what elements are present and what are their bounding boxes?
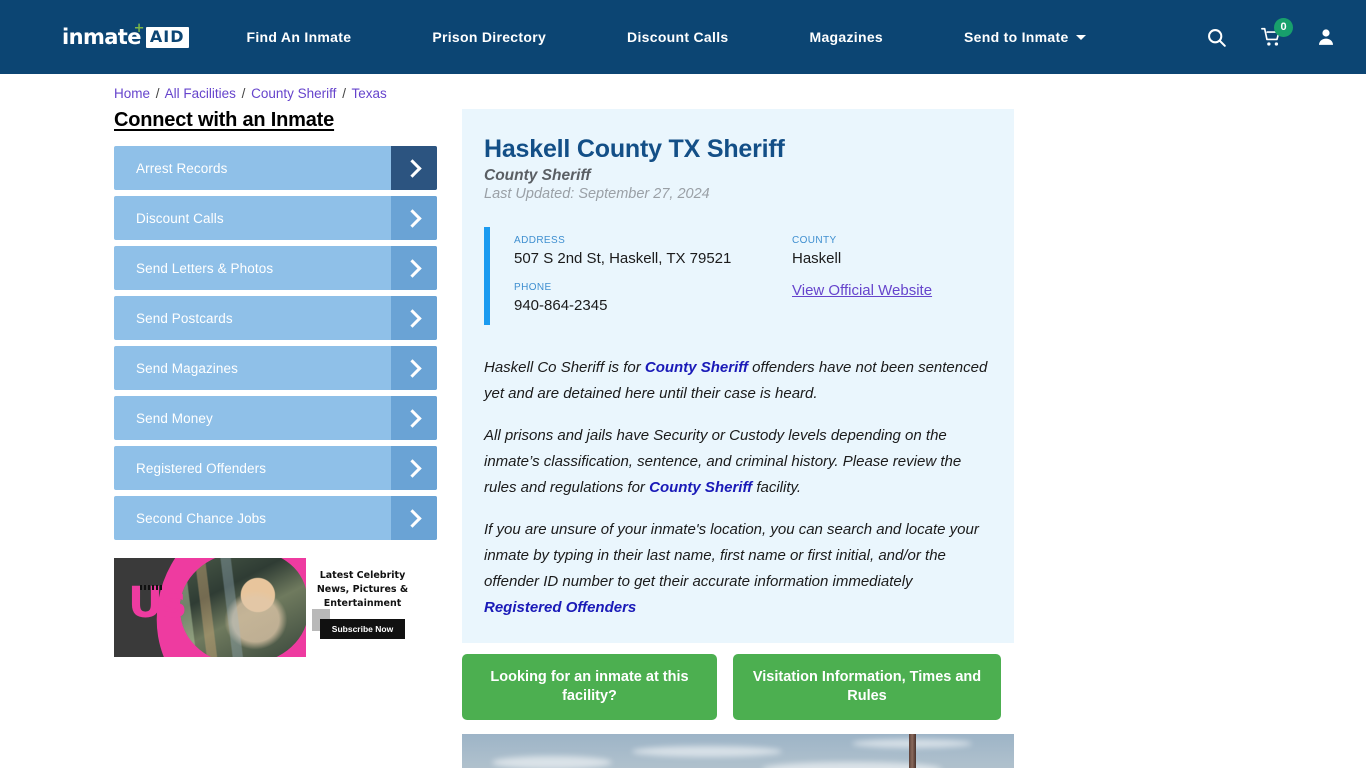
sidebar-item-label: Second Chance Jobs xyxy=(136,510,267,526)
sidebar-title: Connect with an Inmate xyxy=(114,109,335,131)
county-field: COUNTY Haskell xyxy=(792,235,988,268)
sidebar: Connect with an Inmate Arrest Records Di… xyxy=(114,101,437,657)
sidebar-item-label: Discount Calls xyxy=(136,210,224,226)
cloud-shape xyxy=(492,756,612,768)
county-sheriff-link-1[interactable]: County Sheriff xyxy=(645,359,748,376)
description-paragraph-2: All prisons and jails have Security or C… xyxy=(484,423,988,501)
chevron-right-icon xyxy=(391,196,437,240)
sidebar-item-registered-offenders[interactable]: Registered Offenders xyxy=(114,446,437,490)
county-sheriff-link-2[interactable]: County Sheriff xyxy=(649,479,752,496)
cloud-shape xyxy=(632,746,782,758)
site-header: inmate + AID Find An Inmate Prison Direc… xyxy=(0,0,1366,74)
ad-cta-wrapper: Subscribe Now xyxy=(311,609,406,640)
cart-icon[interactable]: 0 xyxy=(1261,17,1293,48)
description-paragraph-1: Haskell Co Sheriff is for County Sheriff… xyxy=(484,355,988,407)
content-wrapper: Connect with an Inmate Arrest Records Di… xyxy=(0,101,1366,768)
sidebar-item-arrest-records[interactable]: Arrest Records xyxy=(114,146,437,190)
main-navigation: Find An Inmate Prison Directory Discount… xyxy=(247,19,1148,55)
page-title: Haskell County TX Sheriff xyxy=(484,135,785,163)
chevron-right-icon xyxy=(391,346,437,390)
breadcrumb-item-home[interactable]: Home xyxy=(114,86,150,101)
logo-plus-icon: + xyxy=(133,20,145,36)
ad-panel: Latest Celebrity News, Pictures & Entert… xyxy=(306,558,419,657)
nav-send-to-inmate-dropdown[interactable]: Send to Inmate xyxy=(964,19,1086,55)
nav-prison-directory[interactable]: Prison Directory xyxy=(432,19,546,55)
nav-magazines[interactable]: Magazines xyxy=(810,19,884,55)
ad-brand-dots xyxy=(140,585,164,590)
nav-discount-calls[interactable]: Discount Calls xyxy=(627,19,728,55)
sidebar-item-send-magazines[interactable]: Send Magazines xyxy=(114,346,437,390)
registered-offenders-link[interactable]: Registered Offenders xyxy=(484,595,636,621)
sidebar-advertisement[interactable]: Us Latest Celebrity News, Pictures & Ent… xyxy=(114,558,419,657)
cart-count-badge: 0 xyxy=(1274,17,1293,37)
user-icon[interactable] xyxy=(1316,27,1336,47)
logo-wordmark: inmate + xyxy=(62,22,145,49)
main-content: Haskell County TX Sheriff County Sheriff… xyxy=(437,101,1366,768)
chevron-right-icon xyxy=(391,246,437,290)
chevron-right-icon xyxy=(391,496,437,540)
paragraph-1-text-a: Haskell Co Sheriff is for xyxy=(484,359,645,377)
sidebar-item-label: Send Postcards xyxy=(136,310,233,326)
sidebar-item-discount-calls[interactable]: Discount Calls xyxy=(114,196,437,240)
logo-aid-badge: AID xyxy=(145,26,189,48)
website-field: View Official Website xyxy=(792,282,988,315)
breadcrumb-separator: / xyxy=(241,86,246,101)
phone-label: PHONE xyxy=(514,282,552,294)
inmate-search-button[interactable]: Looking for an inmate at this facility? xyxy=(462,653,717,721)
breadcrumb: Home / All Facilities / County Sheriff /… xyxy=(0,74,1366,101)
chevron-right-icon xyxy=(391,396,437,440)
sidebar-item-label: Send Letters & Photos xyxy=(136,260,274,276)
sidebar-item-send-money[interactable]: Send Money xyxy=(114,396,437,440)
breadcrumb-separator: / xyxy=(342,86,346,101)
sidebar-item-send-postcards[interactable]: Send Postcards xyxy=(114,296,437,340)
search-icon[interactable] xyxy=(1206,27,1227,48)
paragraph-3-text-a: If you are unsure of your inmate's locat… xyxy=(484,521,979,590)
site-logo[interactable]: inmate + AID xyxy=(62,22,189,50)
logo-word-text: inmate xyxy=(62,24,141,49)
chevron-right-icon xyxy=(391,146,437,190)
sidebar-item-label: Send Magazines xyxy=(136,360,238,376)
nav-send-to-inmate-label: Send to Inmate xyxy=(964,29,1069,45)
sidebar-item-label: Arrest Records xyxy=(136,160,228,176)
utility-pole xyxy=(909,734,916,768)
facility-type: County Sheriff xyxy=(484,167,591,184)
header-icon-group: 0 xyxy=(1206,17,1336,48)
breadcrumb-item-all-facilities[interactable]: All Facilities xyxy=(165,86,236,101)
phone-value: 940-864-2345 xyxy=(514,297,608,315)
breadcrumb-item-texas[interactable]: Texas xyxy=(351,86,386,101)
paragraph-2-text-b: facility. xyxy=(752,479,802,497)
facility-exterior-photo xyxy=(462,734,1014,768)
facility-details-block: ADDRESS 507 S 2nd St, Haskell, TX 79521 … xyxy=(484,227,988,326)
phone-field: PHONE 940-864-2345 xyxy=(514,282,792,315)
ad-artwork: Us xyxy=(114,558,306,657)
chevron-down-icon xyxy=(1075,34,1086,40)
ad-photo-image xyxy=(173,558,306,657)
facility-info-card: Haskell County TX Sheriff County Sheriff… xyxy=(462,109,1014,643)
last-updated-text: Last Updated: September 27, 2024 xyxy=(484,186,710,202)
sidebar-item-label: Registered Offenders xyxy=(136,460,267,476)
cta-button-row: Looking for an inmate at this facility? … xyxy=(462,653,1366,721)
address-label: ADDRESS xyxy=(514,235,566,246)
address-field: ADDRESS 507 S 2nd St, Haskell, TX 79521 xyxy=(514,235,792,268)
breadcrumb-item-county-sheriff[interactable]: County Sheriff xyxy=(251,86,336,101)
visitation-info-button[interactable]: Visitation Information, Times and Rules xyxy=(733,653,1001,721)
description-paragraph-3: If you are unsure of your inmate's locat… xyxy=(484,517,988,621)
county-value: Haskell xyxy=(792,250,842,267)
county-label: COUNTY xyxy=(792,235,837,246)
page-body: Home / All Facilities / County Sheriff /… xyxy=(0,74,1366,768)
chevron-right-icon xyxy=(391,296,437,340)
nav-find-an-inmate[interactable]: Find An Inmate xyxy=(247,19,352,55)
ad-subscribe-button[interactable]: Subscribe Now xyxy=(319,619,406,640)
address-value: 507 S 2nd St, Haskell, TX 79521 xyxy=(514,250,732,267)
sidebar-item-second-chance-jobs[interactable]: Second Chance Jobs xyxy=(114,496,437,540)
sidebar-item-label: Send Money xyxy=(136,410,213,426)
view-official-website-link[interactable]: View Official Website xyxy=(792,282,932,299)
sidebar-item-send-letters-photos[interactable]: Send Letters & Photos xyxy=(114,246,437,290)
chevron-right-icon xyxy=(391,446,437,490)
breadcrumb-separator: / xyxy=(155,86,160,101)
ad-headline: Latest Celebrity News, Pictures & Entert… xyxy=(316,570,409,609)
